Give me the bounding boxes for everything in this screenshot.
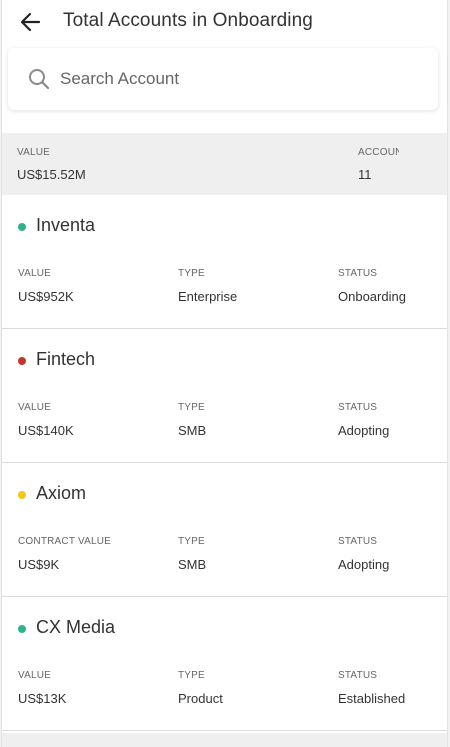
field-text: Adopting xyxy=(338,557,390,572)
field-text: SMB xyxy=(178,557,207,572)
search-bar[interactable] xyxy=(8,48,438,110)
field-type: TYPE SMB xyxy=(178,402,206,438)
account-name: Axiom xyxy=(36,483,87,503)
account-name: Inventa xyxy=(36,215,96,235)
account-card[interactable]: Axiom CONTRACT VALUE US$9K TYPE SMB STAT… xyxy=(2,463,447,597)
arrow-left-icon xyxy=(20,12,41,32)
field-text: US$9K xyxy=(18,557,60,572)
field-text: Product xyxy=(178,691,223,706)
summary-value: VALUE US$15.52M xyxy=(17,147,86,182)
field-text: US$140K xyxy=(18,423,74,438)
field-status: STATUS Onboarding xyxy=(338,268,406,304)
field-contract-value: CONTRACT VALUE US$9K xyxy=(18,536,112,572)
account-name: CX Media xyxy=(36,617,116,637)
field-label: STATUS xyxy=(338,402,378,413)
field-label: TYPE xyxy=(178,402,205,413)
app-screen: Total Accounts in Onboarding VALUE US$15… xyxy=(1,0,448,747)
summary-value-amount: US$15.52M xyxy=(17,167,86,182)
field-text: US$13K xyxy=(18,691,67,706)
field-text: US$952K xyxy=(18,289,74,304)
field-label: TYPE xyxy=(178,268,205,279)
field-status: STATUS Established xyxy=(338,670,405,706)
list-end-strip xyxy=(2,733,447,747)
account-name: Fintech xyxy=(36,349,96,369)
field-label: CONTRACT VALUE xyxy=(18,536,112,547)
header: Total Accounts in Onboarding xyxy=(2,0,447,44)
field-label: VALUE xyxy=(18,670,52,681)
status-dot-icon xyxy=(18,223,26,231)
field-type: TYPE SMB xyxy=(178,536,206,572)
field-text: Enterprise xyxy=(178,289,238,304)
page-title: Total Accounts in Onboarding xyxy=(63,10,313,31)
field-label: TYPE xyxy=(178,536,205,547)
summary-value-label: VALUE xyxy=(17,147,51,158)
account-card[interactable]: Inventa VALUE US$952K TYPE Enterprise ST… xyxy=(2,195,447,329)
summary-accounts-count: 11 xyxy=(358,167,372,182)
field-value: VALUE US$13K xyxy=(18,670,112,706)
field-label: STATUS xyxy=(338,670,378,681)
field-label: TYPE xyxy=(178,670,205,681)
field-value: VALUE US$952K xyxy=(18,268,112,304)
field-type: TYPE Enterprise xyxy=(178,268,237,304)
summary-accounts: ACCOUNTS 11 xyxy=(358,147,399,182)
summary-bar: VALUE US$15.52M ACCOUNTS 11 xyxy=(2,133,447,195)
account-card[interactable]: CX Media VALUE US$13K TYPE Product STATU… xyxy=(2,597,447,731)
field-status: STATUS Adopting xyxy=(338,402,389,438)
field-text: Established xyxy=(338,691,406,706)
account-card[interactable]: Fintech VALUE US$140K TYPE SMB STATUS Ad… xyxy=(2,329,447,463)
field-label: VALUE xyxy=(18,268,52,279)
summary-accounts-label: ACCOUNTS xyxy=(358,147,399,158)
status-dot-icon xyxy=(18,491,26,499)
field-label: STATUS xyxy=(338,268,378,279)
field-text: SMB xyxy=(178,423,207,438)
field-label: VALUE xyxy=(18,402,52,413)
status-dot-icon xyxy=(18,357,26,365)
field-type: TYPE Product xyxy=(178,670,223,706)
search-input[interactable] xyxy=(60,69,380,89)
field-text: Onboarding xyxy=(338,289,406,304)
account-list: Inventa VALUE US$952K TYPE Enterprise ST… xyxy=(2,195,447,731)
field-status: STATUS Adopting xyxy=(338,536,389,572)
search-icon xyxy=(29,69,50,90)
field-label: STATUS xyxy=(338,536,378,547)
field-value: VALUE US$140K xyxy=(18,402,112,438)
status-dot-icon xyxy=(18,625,26,633)
back-button[interactable] xyxy=(16,8,44,36)
field-text: Adopting xyxy=(338,423,390,438)
